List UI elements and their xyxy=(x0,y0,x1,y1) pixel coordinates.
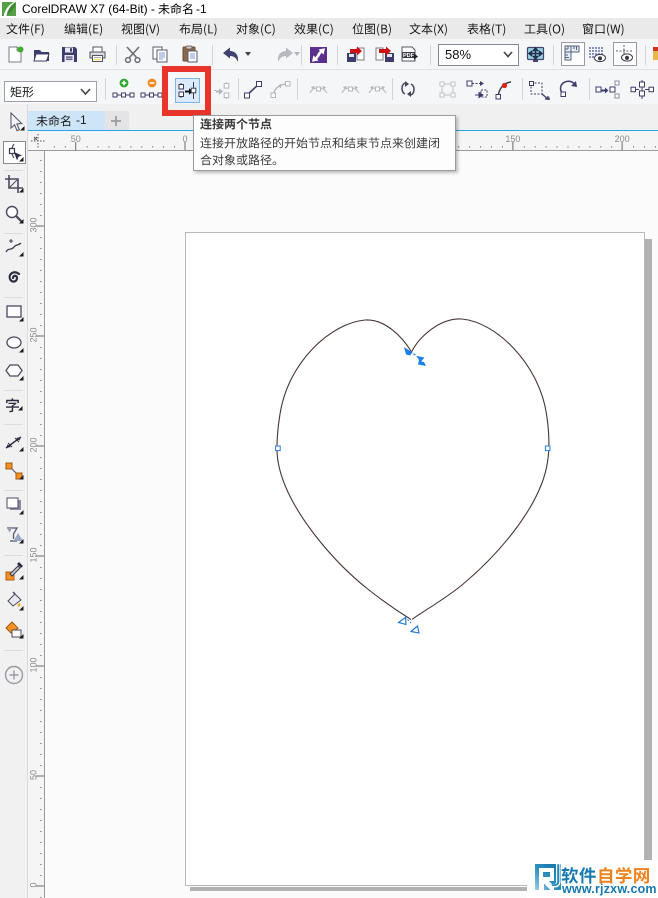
svg-text:200: 200 xyxy=(615,134,630,144)
svg-text:100: 100 xyxy=(29,657,39,672)
svg-text:200: 200 xyxy=(29,437,39,452)
svg-text:0: 0 xyxy=(182,134,187,144)
svg-text:50: 50 xyxy=(71,134,81,144)
svg-text:150: 150 xyxy=(505,134,520,144)
svg-text:250: 250 xyxy=(29,327,39,342)
svg-text:PDF: PDF xyxy=(403,53,415,59)
svg-text:150: 150 xyxy=(29,547,39,562)
svg-text:0: 0 xyxy=(29,882,39,887)
svg-text:50: 50 xyxy=(29,770,39,780)
svg-text:300: 300 xyxy=(29,217,39,232)
